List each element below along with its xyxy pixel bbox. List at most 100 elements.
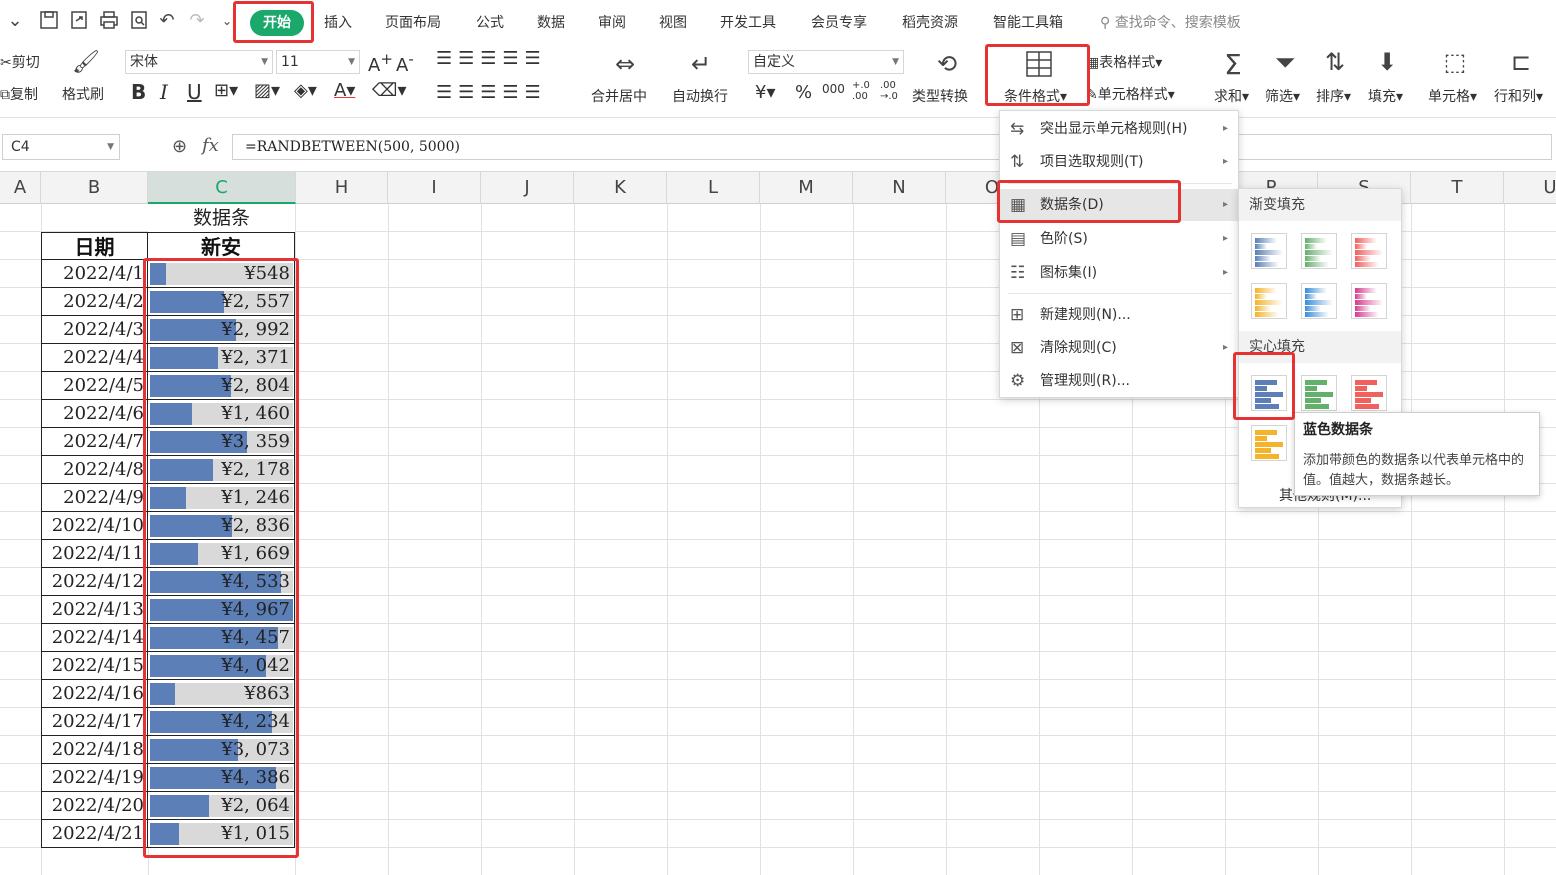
date-cell[interactable]: 2022/4/4 — [41, 344, 148, 372]
cell-style-button[interactable]: ✎单元格样式▾ — [1086, 84, 1175, 104]
chevron-down-icon[interactable]: ⌄ — [4, 10, 26, 32]
command-search[interactable]: ⚲ 查找命令、搜索模板 — [1100, 12, 1241, 32]
auto-wrap-button[interactable]: 自动换行 — [672, 86, 728, 106]
print-icon[interactable] — [98, 10, 120, 32]
font-name-select[interactable]: 宋体 ▼ — [125, 50, 273, 74]
column-header-n[interactable]: N — [853, 172, 946, 204]
column-header-u[interactable]: U — [1504, 172, 1556, 204]
date-cell[interactable]: 2022/4/18 — [41, 736, 148, 764]
column-header-m[interactable]: M — [760, 172, 853, 204]
shading-icon[interactable]: ▨▾ — [254, 80, 280, 101]
date-cell[interactable]: 2022/4/12 — [41, 568, 148, 596]
function-icon[interactable]: fx — [202, 135, 219, 156]
solid-data-bar-option[interactable] — [1301, 375, 1337, 411]
underline-button[interactable]: U — [187, 80, 202, 104]
bold-button[interactable]: B — [131, 80, 146, 104]
date-cell[interactable]: 2022/4/21 — [41, 820, 148, 848]
gradient-data-bar-option[interactable] — [1351, 233, 1387, 269]
date-cell[interactable]: 2022/4/10 — [41, 512, 148, 540]
table-style-button[interactable]: ▦表格样式▾ — [1086, 52, 1162, 72]
tab-page-layout[interactable]: 页面布局 — [385, 12, 441, 34]
print-preview-icon[interactable] — [128, 10, 150, 32]
date-cell[interactable]: 2022/4/8 — [41, 456, 148, 484]
column-header-c[interactable]: C — [148, 172, 296, 204]
save-icon[interactable] — [38, 10, 60, 32]
date-cell[interactable]: 2022/4/9 — [41, 484, 148, 512]
cell-button[interactable]: 单元格▾ — [1428, 86, 1477, 106]
tab-insert[interactable]: 插入 — [324, 12, 352, 34]
type-convert-button[interactable]: 类型转换 — [912, 86, 968, 106]
solid-data-bar-option[interactable] — [1351, 375, 1387, 411]
zoom-icon[interactable]: ⊕ — [172, 136, 187, 157]
date-cell[interactable]: 2022/4/14 — [41, 624, 148, 652]
fill-color-icon[interactable]: ◈▾ — [294, 80, 317, 101]
thousands-button[interactable]: 000 — [822, 82, 845, 96]
column-header-k[interactable]: K — [574, 172, 667, 204]
date-cell[interactable]: 2022/4/3 — [41, 316, 148, 344]
tab-formulas[interactable]: 公式 — [476, 12, 504, 34]
sheet-title-cell[interactable]: 数据条 — [148, 204, 295, 232]
date-cell[interactable]: 2022/4/15 — [41, 652, 148, 680]
menu-item-color-scales[interactable]: ▤ 色阶(S) ▸ — [1000, 223, 1238, 255]
font-color-icon[interactable]: A▾ — [334, 80, 355, 101]
tab-smart-toolbox[interactable]: 智能工具箱 — [993, 12, 1063, 34]
menu-item-top-bottom-rules[interactable]: ⇅ 项目选取规则(T) ▸ — [1000, 146, 1238, 178]
header-value-cell[interactable]: 新安 — [148, 232, 295, 260]
tab-review[interactable]: 审阅 — [598, 12, 626, 34]
vertical-align-icons[interactable]: ☰☰☰☰☰ — [436, 48, 547, 69]
column-header-t[interactable]: T — [1411, 172, 1504, 204]
column-header-b[interactable]: B — [41, 172, 148, 204]
date-cell[interactable]: 2022/4/17 — [41, 708, 148, 736]
gradient-data-bar-option[interactable] — [1251, 233, 1287, 269]
decrease-font-icon[interactable]: A- — [396, 50, 414, 76]
gradient-data-bar-option[interactable] — [1251, 283, 1287, 319]
column-header-j[interactable]: J — [481, 172, 574, 204]
currency-button[interactable]: ¥▾ — [755, 82, 776, 103]
sort-button[interactable]: 排序▾ — [1316, 86, 1351, 106]
filter-button[interactable]: 筛选▾ — [1265, 86, 1300, 106]
date-cell[interactable]: 2022/4/2 — [41, 288, 148, 316]
fill-button[interactable]: 填充▾ — [1368, 86, 1403, 106]
tab-data[interactable]: 数据 — [537, 12, 565, 34]
copy-button[interactable]: ⧉复制 — [0, 84, 38, 104]
borders-icon[interactable]: ⊞▾ — [214, 80, 238, 101]
menu-item-manage-rules[interactable]: ⚙ 管理规则(R)... — [1000, 365, 1238, 397]
date-cell[interactable]: 2022/4/7 — [41, 428, 148, 456]
column-header-i[interactable]: I — [388, 172, 481, 204]
date-cell[interactable]: 2022/4/11 — [41, 540, 148, 568]
tab-developer[interactable]: 开发工具 — [720, 12, 776, 34]
undo-icon[interactable]: ↶ — [156, 10, 178, 32]
tab-member[interactable]: 会员专享 — [811, 12, 867, 34]
cut-button[interactable]: ✂剪切 — [0, 52, 40, 72]
redo-icon[interactable]: ↷ — [186, 10, 208, 32]
number-format-select[interactable]: 自定义 ▼ — [748, 50, 904, 74]
date-cell[interactable]: 2022/4/6 — [41, 400, 148, 428]
merge-center-button[interactable]: 合并居中 — [591, 86, 647, 106]
horizontal-align-icons[interactable]: ☰☰☰☰☰ — [436, 82, 547, 103]
tab-view[interactable]: 视图 — [659, 12, 687, 34]
column-header-l[interactable]: L — [667, 172, 760, 204]
menu-item-icon-sets[interactable]: ☷ 图标集(I) ▸ — [1000, 257, 1238, 289]
sum-button[interactable]: 求和▾ — [1214, 86, 1249, 106]
gradient-data-bar-option[interactable] — [1351, 283, 1387, 319]
font-size-select[interactable]: 11 ▼ — [276, 50, 360, 74]
increase-font-icon[interactable]: A+ — [368, 50, 393, 76]
tab-docer[interactable]: 稻壳资源 — [902, 12, 958, 34]
date-cell[interactable]: 2022/4/20 — [41, 792, 148, 820]
export-icon[interactable] — [68, 10, 90, 32]
menu-item-clear-rules[interactable]: ⊠ 清除规则(C) ▸ — [1000, 332, 1238, 364]
column-header-h[interactable]: H — [296, 172, 388, 204]
formula-input[interactable]: =RANDBETWEEN(500, 5000) — [232, 134, 1552, 160]
header-date-cell[interactable]: 日期 — [41, 232, 148, 260]
menu-item-highlight-rules[interactable]: ⇆ 突出显示单元格规则(H) ▸ — [1000, 113, 1238, 145]
column-header-a[interactable]: A — [0, 172, 41, 204]
solid-data-bar-option[interactable] — [1251, 425, 1287, 461]
gradient-data-bar-option[interactable] — [1301, 283, 1337, 319]
name-box[interactable]: C4 ▼ — [2, 134, 120, 160]
decrease-decimal-button[interactable]: .00 →.0 — [880, 80, 906, 102]
percent-button[interactable]: % — [795, 82, 812, 103]
italic-button[interactable]: I — [160, 80, 168, 104]
increase-decimal-button[interactable]: +.0 .00 — [852, 80, 876, 102]
date-cell[interactable]: 2022/4/5 — [41, 372, 148, 400]
date-cell[interactable]: 2022/4/16 — [41, 680, 148, 708]
